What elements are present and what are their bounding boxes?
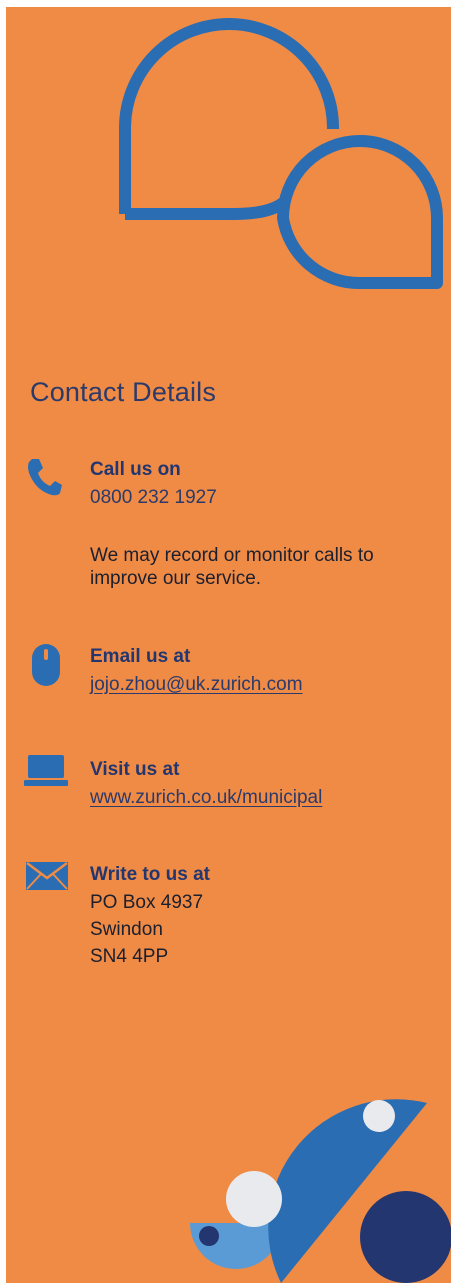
decorative-shapes [190, 1099, 451, 1283]
contact-panel: Contact Details Call us on 0800 232 1927… [6, 7, 451, 1283]
